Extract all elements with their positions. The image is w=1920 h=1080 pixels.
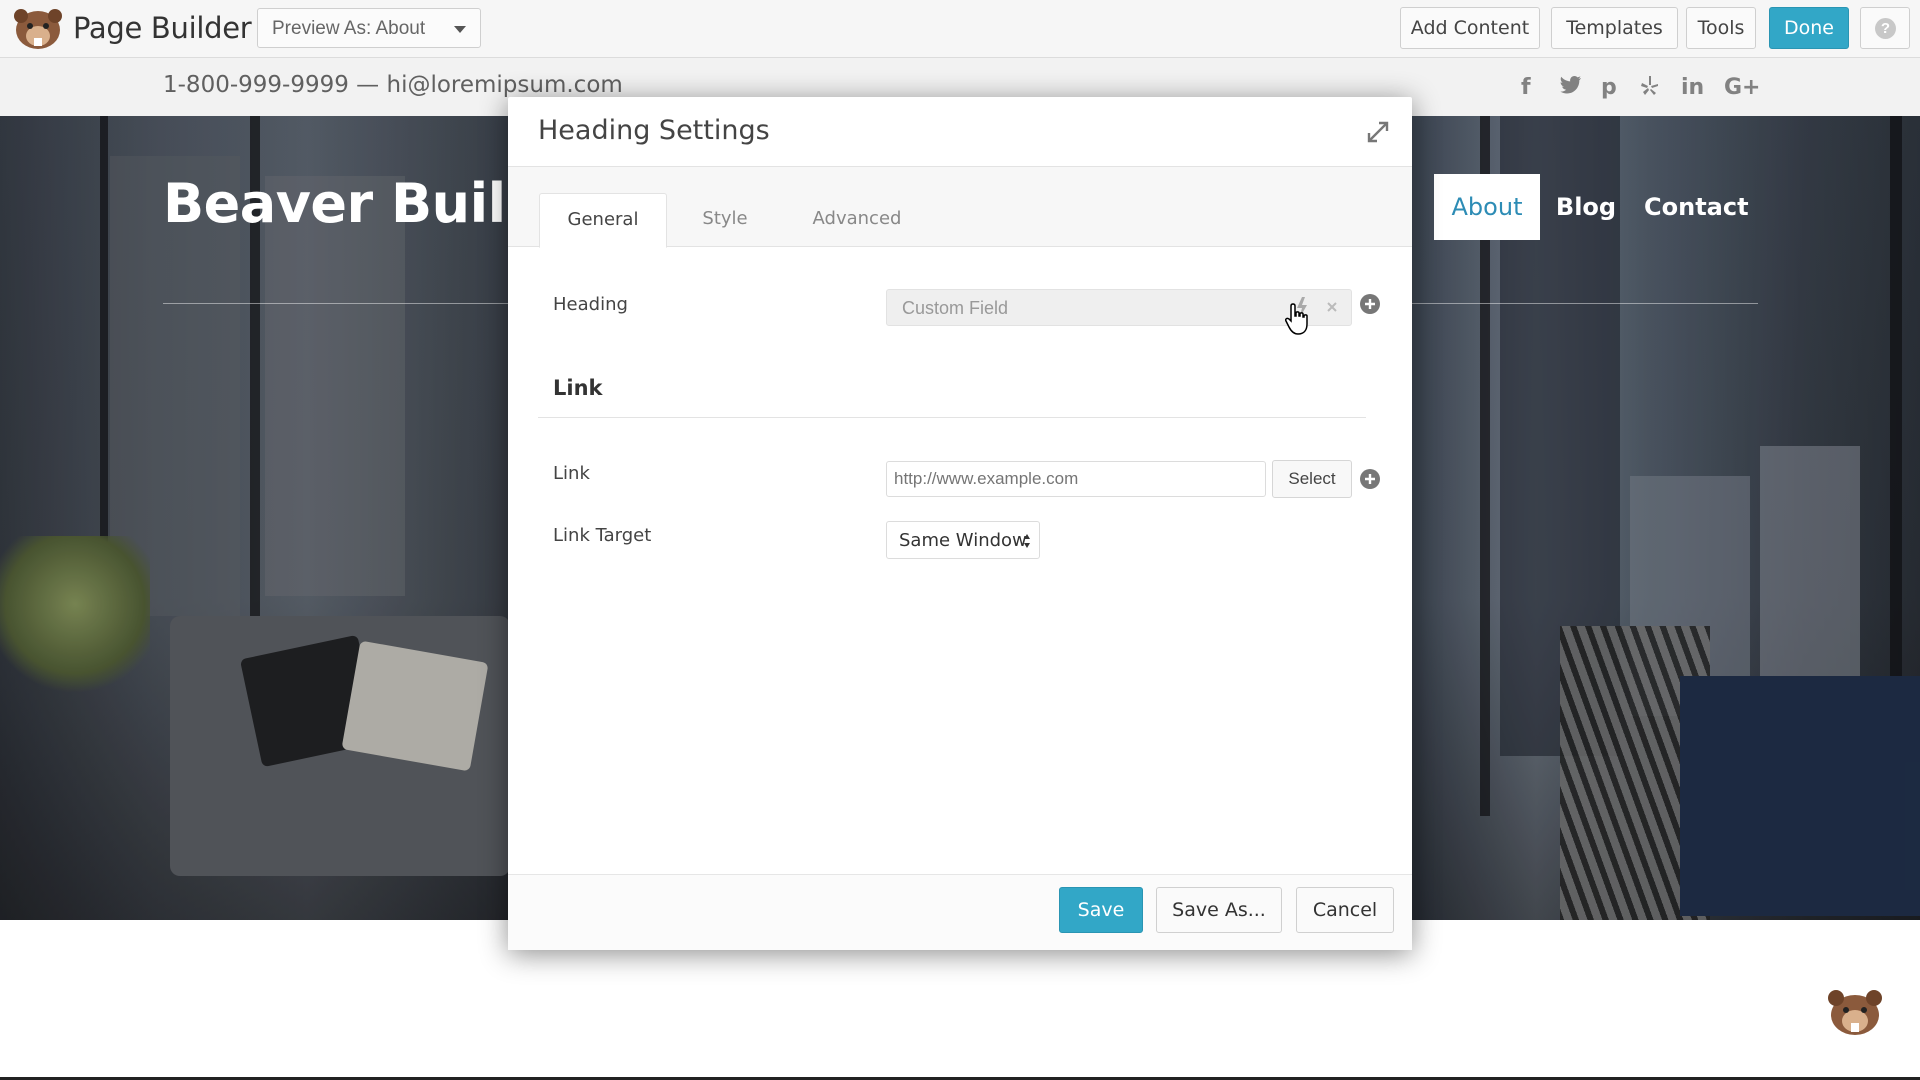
nav-blog[interactable]: Blog [1552,174,1620,240]
tab-general[interactable]: General [539,193,667,248]
beaver-mascot-icon[interactable] [1826,988,1884,1038]
link-target-select[interactable]: Same Window [886,521,1040,559]
tab-style[interactable]: Style [680,193,770,247]
section-divider [538,417,1366,418]
linkedin-icon[interactable]: in [1681,75,1704,100]
pinterest-icon[interactable]: p [1601,75,1617,100]
tab-advanced[interactable]: Advanced [792,193,922,247]
nav-about[interactable]: About [1434,174,1540,240]
preview-as-label: Preview As: About [272,18,426,39]
expand-icon[interactable] [1363,117,1393,147]
link-connect-plus-icon[interactable] [1359,468,1381,490]
templates-button[interactable]: Templates [1551,7,1678,49]
dialog-title: Heading Settings [538,115,770,146]
preview-as-dropdown[interactable]: Preview As: About [257,8,481,48]
settings-tabs: General Style Advanced [508,167,1412,248]
help-icon: ? [1875,18,1896,39]
link-label: Link [553,463,590,484]
app-title: Page Builder [73,11,252,45]
heading-custom-field[interactable]: Custom Field [886,289,1352,326]
add-content-button[interactable]: Add Content [1400,7,1540,49]
cancel-button[interactable]: Cancel [1296,887,1394,933]
building-left-2 [265,176,405,596]
save-as-button[interactable]: Save As... [1156,887,1282,933]
google-plus-icon[interactable]: G+ [1724,75,1761,100]
save-button[interactable]: Save [1059,887,1143,933]
builder-toolbar: Page Builder Preview As: About Add Conte… [0,0,1920,58]
heading-label: Heading [553,294,628,315]
pillow-decor [341,640,489,772]
beaver-logo [14,9,62,49]
tools-button[interactable]: Tools [1686,7,1756,49]
building-right-3 [1760,446,1860,706]
link-target-label: Link Target [553,525,652,546]
hand-cursor-icon [1285,303,1308,335]
link-url-input[interactable] [886,461,1266,497]
plant-decor [0,536,150,706]
custom-field-value: Custom Field [902,298,1009,318]
facebook-icon[interactable]: f [1521,75,1531,100]
chevron-down-icon [454,26,466,33]
table-decor [1680,676,1920,916]
heading-settings-dialog: Heading Settings General Style Advanced … [508,97,1412,950]
contact-info: 1-800-999-9999 — hi@loremipsum.com [163,72,623,98]
connect-plus-icon[interactable] [1359,293,1381,315]
help-button[interactable]: ? [1860,7,1910,49]
select-arrows-icon [1024,534,1030,548]
dialog-header: Heading Settings [508,97,1412,167]
link-select-button[interactable]: Select [1272,460,1352,498]
done-button[interactable]: Done [1769,7,1849,49]
dialog-footer: Save Save As... Cancel [508,874,1412,950]
nav-contact[interactable]: Contact [1644,174,1749,240]
twitter-icon[interactable] [1560,75,1582,101]
link-section-title: Link [553,376,603,400]
link-target-value: Same Window [899,530,1027,551]
yelp-icon[interactable] [1640,75,1660,103]
